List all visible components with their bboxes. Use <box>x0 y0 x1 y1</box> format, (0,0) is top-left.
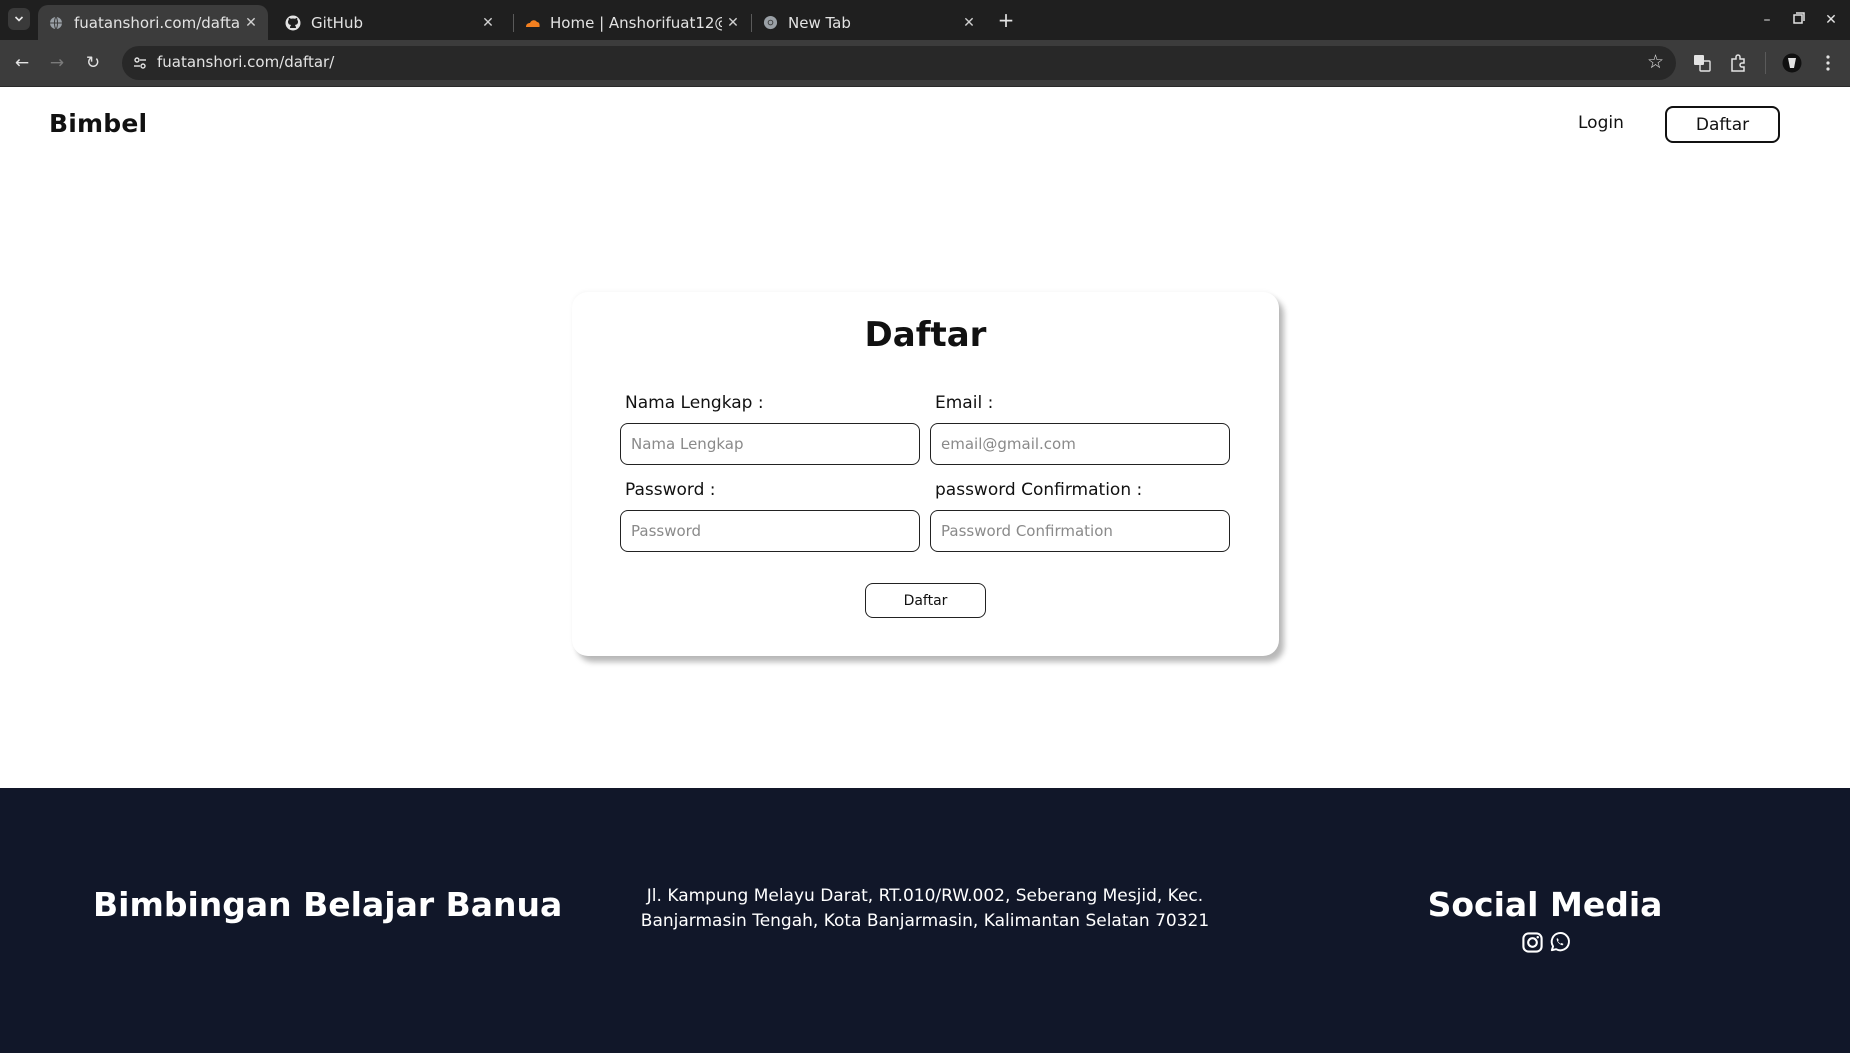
menu-button[interactable] <box>1816 51 1840 75</box>
address-bar[interactable]: fuatanshori.com/daftar/ ☆ <box>122 46 1676 80</box>
name-label: Nama Lengkap : <box>625 393 764 413</box>
password-confirmation-field[interactable] <box>930 510 1230 552</box>
cloudflare-icon <box>524 15 540 31</box>
address-line-1: Jl. Kampung Melayu Darat, RT.010/RW.002,… <box>646 886 1204 906</box>
address-line-2: Banjarmasin Tengah, Kota Banjarmasin, Ka… <box>640 911 1210 931</box>
password-confirmation-label: password Confirmation : <box>935 480 1143 500</box>
tab-new-tab[interactable]: New Tab ✕ <box>752 5 986 40</box>
reload-button[interactable]: ↻ <box>80 50 106 76</box>
kebab-menu-icon <box>1826 55 1830 71</box>
puzzle-icon <box>1731 54 1745 72</box>
daftar-nav-button[interactable]: Daftar <box>1665 106 1780 143</box>
chrome-icon <box>762 15 778 31</box>
tab-home[interactable]: Home | Anshorifuat12@ ✕ <box>514 5 750 40</box>
profile-button[interactable] <box>1780 51 1804 75</box>
tab-github[interactable]: GitHub ✕ <box>275 5 505 40</box>
tab-title: Home | Anshorifuat12@ <box>550 13 722 32</box>
bookmark-star-icon[interactable]: ☆ <box>1647 51 1664 73</box>
extensions-button[interactable] <box>1726 51 1750 75</box>
login-link[interactable]: Login <box>1578 113 1624 133</box>
toolbar-separator <box>1765 52 1766 74</box>
close-window-button[interactable]: ✕ <box>1816 8 1846 32</box>
social-media-title: Social Media <box>1427 885 1663 924</box>
password-field[interactable] <box>620 510 920 552</box>
social-icons <box>1521 931 1571 954</box>
site-navbar: Bimbel Login Daftar <box>0 87 1850 162</box>
password-label: Password : <box>625 480 716 500</box>
translate-icon <box>1694 55 1711 72</box>
tab-title: fuatanshori.com/daftar/ <box>74 13 240 32</box>
site-info-icon[interactable] <box>132 55 148 71</box>
register-card: Daftar Nama Lengkap : Email : Password :… <box>572 292 1279 656</box>
new-tab-button[interactable]: + <box>994 8 1018 32</box>
back-button[interactable]: ← <box>9 50 35 76</box>
site-brand[interactable]: Bimbel <box>49 109 147 138</box>
forward-button[interactable]: → <box>44 50 70 76</box>
github-icon <box>285 15 301 31</box>
tab-title: GitHub <box>311 13 363 32</box>
restore-button[interactable] <box>1784 8 1814 32</box>
url-text: fuatanshori.com/daftar/ <box>157 53 335 71</box>
minimize-button[interactable]: – <box>1752 8 1782 32</box>
tab-search-button[interactable] <box>8 8 30 30</box>
site-footer: Bimbingan Belajar Banua Jl. Kampung Mela… <box>0 788 1850 1053</box>
chevron-down-icon <box>14 16 24 22</box>
translate-button[interactable] <box>1690 51 1714 75</box>
tab-daftar[interactable]: fuatanshori.com/daftar/ ✕ <box>38 5 268 40</box>
email-label: Email : <box>935 393 994 413</box>
close-tab-icon[interactable]: ✕ <box>958 15 980 31</box>
form-title: Daftar <box>864 315 987 355</box>
footer-brand: Bimbingan Belajar Banua <box>93 885 563 924</box>
globe-icon <box>48 15 64 31</box>
footer-address: Jl. Kampung Melayu Darat, RT.010/RW.002,… <box>640 884 1210 934</box>
close-tab-icon[interactable]: ✕ <box>240 15 262 31</box>
email-field[interactable] <box>930 423 1230 465</box>
browser-tab-bar: fuatanshori.com/daftar/ ✕ GitHub ✕ Home … <box>0 0 1850 40</box>
browser-toolbar: ← → ↻ fuatanshori.com/daftar/ ☆ <box>0 40 1850 87</box>
page: Bimbel Login Daftar Daftar Nama Lengkap … <box>0 87 1850 1053</box>
close-tab-icon[interactable]: ✕ <box>722 15 744 31</box>
daftar-submit-button[interactable]: Daftar <box>865 583 986 618</box>
tab-title: New Tab <box>788 13 851 32</box>
close-tab-icon[interactable]: ✕ <box>477 15 499 31</box>
avatar-icon <box>1782 53 1802 73</box>
restore-icon <box>1793 12 1805 24</box>
whatsapp-icon[interactable] <box>1548 931 1571 954</box>
instagram-icon[interactable] <box>1521 931 1544 954</box>
name-field[interactable] <box>620 423 920 465</box>
